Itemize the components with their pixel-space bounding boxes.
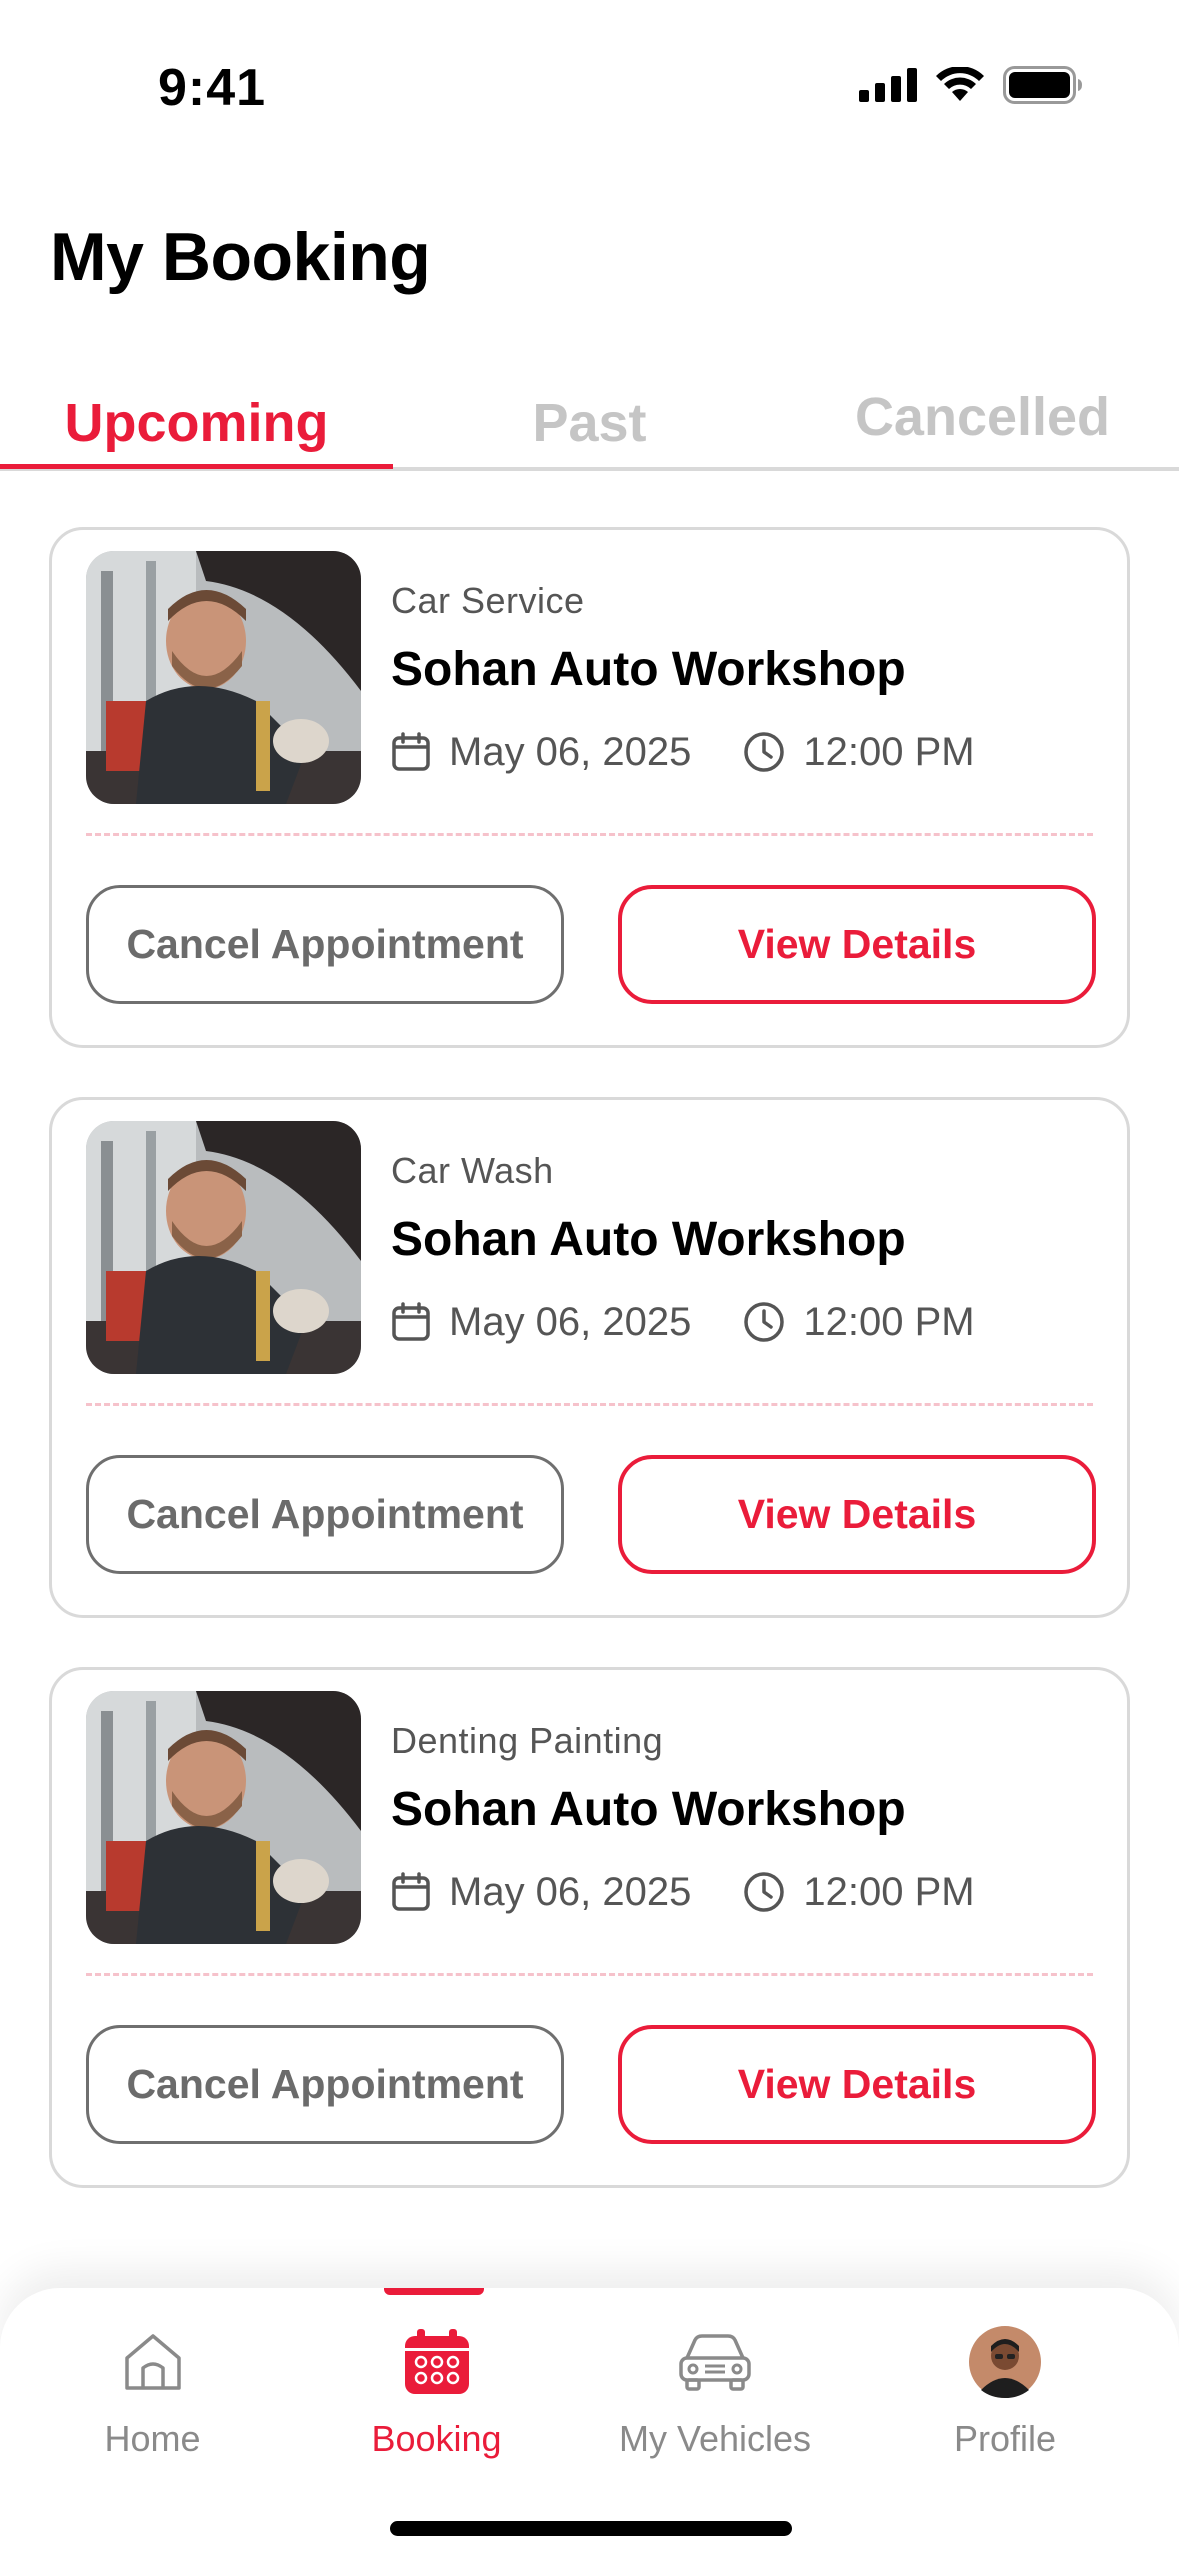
nav-label: Profile [953, 2418, 1057, 2459]
view-details-button[interactable]: View Details [618, 885, 1096, 1004]
card-divider [86, 1403, 1093, 1406]
clock-icon [744, 732, 785, 772]
appointment-date: May 06, 2025 [391, 1870, 691, 1915]
cancel-appointment-button[interactable]: Cancel Appointment [86, 2025, 564, 2144]
calendar-icon [392, 732, 430, 771]
nav-label: Booking [371, 2418, 502, 2459]
status-icons [859, 66, 1083, 104]
workshop-name: Sohan Auto Workshop [391, 643, 906, 696]
tab-past[interactable]: Past [393, 375, 786, 471]
service-category: Car Wash [391, 1150, 554, 1191]
workshop-name: Sohan Auto Workshop [391, 1213, 906, 1266]
tab-upcoming[interactable]: Upcoming [0, 375, 393, 471]
calendar-icon [392, 1302, 430, 1341]
nav-home[interactable]: Home [70, 2288, 235, 2488]
clock-icon [744, 1872, 785, 1912]
tab-cancelled[interactable]: Cancelled [786, 369, 1179, 465]
booking-card: Car Wash Sohan Auto Workshop May 06, 202… [49, 1097, 1130, 1618]
wifi-icon [936, 67, 984, 101]
calendar-icon [404, 2329, 469, 2394]
time-text: 12:00 PM [803, 1299, 975, 1344]
booking-card: Car Service Sohan Auto Workshop May 06, … [49, 527, 1130, 1048]
nav-profile[interactable]: Profile [930, 2288, 1080, 2488]
nav-label: Home [104, 2418, 201, 2459]
cancel-appointment-button[interactable]: Cancel Appointment [86, 885, 564, 1004]
appointment-time: 12:00 PM [743, 1869, 975, 1915]
card-divider [86, 1973, 1093, 1976]
appointment-time: 12:00 PM [743, 1299, 975, 1345]
nav-booking[interactable]: Booking [339, 2288, 534, 2488]
date-text: May 06, 2025 [449, 729, 692, 774]
home-icon [124, 2334, 181, 2390]
view-details-button[interactable]: View Details [618, 2025, 1096, 2144]
appointment-date: May 06, 2025 [391, 730, 691, 775]
battery-icon [1003, 66, 1082, 104]
workshop-photo [86, 1121, 361, 1374]
workshop-photo [86, 1691, 361, 1944]
booking-tabs: Upcoming Past Cancelled [0, 375, 1179, 471]
service-category: Denting Painting [391, 1720, 664, 1761]
status-bar: 9:41 [0, 0, 1179, 160]
clock-icon [744, 1302, 785, 1342]
service-category: Car Service [391, 580, 585, 621]
calendar-icon [392, 1872, 430, 1911]
appointment-meta: May 06, 2025 12:00 PM [391, 1296, 975, 1348]
appointment-date: May 06, 2025 [391, 1300, 691, 1345]
nav-label: My Vehicles [618, 2418, 812, 2459]
appointment-meta: May 06, 2025 12:00 PM [391, 726, 975, 778]
booking-card: Denting Painting Sohan Auto Workshop May… [49, 1667, 1130, 2188]
status-time: 9:41 [158, 59, 267, 117]
cancel-appointment-button[interactable]: Cancel Appointment [86, 1455, 564, 1574]
workshop-name: Sohan Auto Workshop [391, 1783, 906, 1836]
active-tab-indicator [0, 464, 393, 469]
car-icon [679, 2334, 751, 2391]
page-title: My Booking [50, 219, 431, 295]
appointment-meta: May 06, 2025 12:00 PM [391, 1866, 975, 1918]
workshop-photo [86, 551, 361, 804]
date-text: May 06, 2025 [449, 1869, 692, 1914]
time-text: 12:00 PM [803, 729, 975, 774]
signal-icon [859, 68, 917, 102]
appointment-time: 12:00 PM [743, 729, 975, 775]
nav-my-vehicles[interactable]: My Vehicles [600, 2288, 830, 2488]
avatar [969, 2326, 1041, 2398]
view-details-button[interactable]: View Details [618, 1455, 1096, 1574]
home-indicator [390, 2521, 792, 2536]
time-text: 12:00 PM [803, 1869, 975, 1914]
date-text: May 06, 2025 [449, 1299, 692, 1344]
card-divider [86, 833, 1093, 836]
